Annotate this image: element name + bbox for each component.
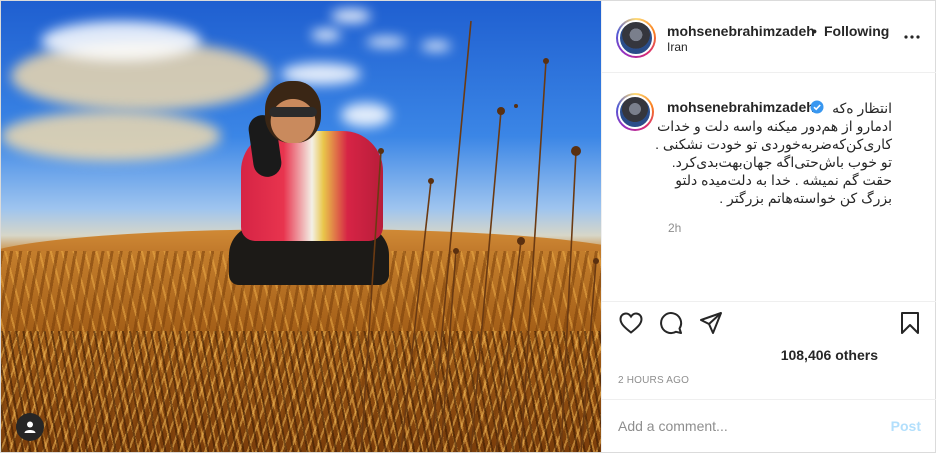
more-horizontal-icon — [904, 35, 920, 39]
comment-button[interactable] — [658, 310, 684, 336]
caption-line-5: حقت گم نمیشه . خدا به دلت‌میده دلتو — [675, 172, 892, 188]
grass-stems — [360, 20, 599, 452]
like-button[interactable] — [618, 310, 644, 336]
caption: انتظار ه‌که ادمارو از هم‌دور میکنه واسه … — [602, 73, 936, 301]
comment-icon — [660, 312, 683, 335]
likes-count[interactable]: 108,406 others — [781, 347, 878, 363]
share-icon — [700, 312, 722, 334]
caption-avatar[interactable] — [616, 93, 654, 131]
separator-dot: • — [812, 23, 817, 39]
post-dialog: mohsenebrahimzadeh • Following Iran انتظ… — [0, 0, 936, 453]
caption-username[interactable]: mohsenebrahimzadeh — [667, 99, 815, 115]
action-bar — [602, 301, 936, 345]
post-details-panel: mohsenebrahimzadeh • Following Iran انتظ… — [601, 1, 936, 452]
bookmark-icon — [901, 312, 919, 334]
caption-line-3: کاری‌کن‌که‌ضربه‌خوردی تو خودت نشکنی . — [655, 136, 892, 152]
more-options-button[interactable] — [900, 27, 924, 47]
post-photo[interactable] — [1, 1, 601, 452]
comment-input[interactable] — [618, 414, 878, 438]
following-button[interactable]: Following — [824, 23, 889, 39]
caption-text: انتظار ه‌که ادمارو از هم‌دور میکنه واسه … — [652, 99, 892, 207]
share-button[interactable] — [698, 310, 724, 336]
user-tag-button[interactable] — [16, 413, 44, 441]
owner-username[interactable]: mohsenebrahimzadeh — [667, 23, 815, 39]
caption-line-4: تو خوب باش‌حتی‌اگه جهان‌بهت‌بدی‌کرد. — [671, 154, 892, 170]
avatar[interactable] — [616, 18, 656, 58]
post-timestamp: 2 HOURS AGO — [618, 375, 690, 386]
comment-section: Post — [602, 399, 936, 452]
verified-badge-icon — [810, 100, 824, 114]
caption-line-6: بزرگ کن خواسته‌هاتم بزرگتر . — [719, 190, 892, 206]
post-header: mohsenebrahimzadeh • Following Iran — [602, 1, 936, 73]
caption-line-1: انتظار ه‌که — [832, 100, 892, 116]
location-link[interactable]: Iran — [667, 40, 688, 54]
user-tag-icon — [24, 421, 36, 433]
post-comment-button[interactable]: Post — [891, 418, 921, 434]
caption-line-2: ادمارو از هم‌دور میکنه واسه دلت و خدات — [657, 118, 892, 134]
heart-icon — [619, 312, 643, 334]
save-button[interactable] — [897, 310, 923, 336]
caption-time: 2h — [668, 221, 682, 235]
